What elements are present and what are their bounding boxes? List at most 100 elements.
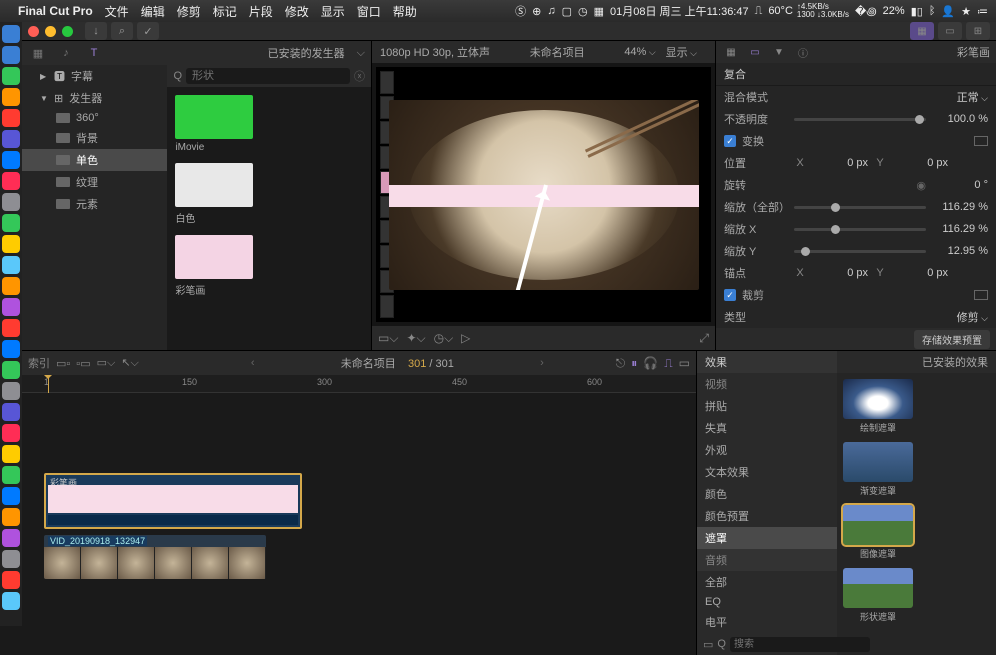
wifi-icon[interactable]: �꩜ [855,3,877,19]
sidebar-generators[interactable]: ▼ ⊞ 发生器 [22,87,167,109]
generator-thumb[interactable]: 彩笔画 [175,235,363,297]
dock-app-icon[interactable] [2,67,20,85]
crop-type-dropdown[interactable]: 修剪 [957,309,988,325]
fx-cat[interactable]: 颜色 [697,483,837,505]
transform-checkbox[interactable]: ✓ [724,135,736,147]
scale-y-value[interactable]: 12.95 % [932,245,988,257]
dock-app-icon[interactable] [2,466,20,484]
browser-toggle[interactable]: ▦ [910,22,934,40]
blend-mode-dropdown[interactable]: 正常 [957,89,988,105]
dock-app-icon[interactable] [2,25,20,43]
sidebar-item-elements[interactable]: 元素 [22,193,167,215]
bluetooth-icon[interactable]: ᛒ [929,5,936,17]
dock-app-icon[interactable] [2,46,20,64]
clear-search-icon[interactable]: ⓧ [354,68,365,84]
dock-app-icon[interactable] [2,319,20,337]
fx-cat-masks[interactable]: 遮罩 [697,527,837,549]
fx-cat[interactable]: 电平 [697,611,837,633]
status-icon[interactable]: ⊕ [532,5,541,18]
timeline-ruler[interactable]: 1 150 300 450 600 [22,375,696,393]
bg-tasks-button[interactable]: ✓ [137,22,159,40]
fx-cat[interactable]: 外观 [697,439,837,461]
calendar-icon[interactable]: ▦ [594,5,604,18]
dock-app-icon[interactable] [2,277,20,295]
fx-cat[interactable]: 文本效果 [697,461,837,483]
fx-cat[interactable]: 失真 [697,417,837,439]
snap-icon[interactable]: ⎍ [664,356,672,371]
scale-all-slider[interactable] [794,206,926,209]
scale-x-value[interactable]: 116.29 % [932,223,988,235]
video-inspector-tab[interactable]: ▦ [722,45,740,59]
video-clip[interactable]: VID_20190918_132947 [44,535,266,579]
save-preset-button[interactable]: 存储效果预置 [914,330,990,349]
dock-app-icon[interactable] [2,571,20,589]
sidebar-item-backgrounds[interactable]: 背景 [22,127,167,149]
dock-app-icon[interactable] [2,298,20,316]
dock-app-icon[interactable] [2,214,20,232]
dock-app-icon[interactable] [2,445,20,463]
display-icon[interactable]: ▢ [562,5,572,18]
dock-app-icon[interactable] [2,550,20,568]
retime-tool-icon[interactable]: ◷⌵ [434,331,454,346]
generator-thumb[interactable]: 白色 [175,163,363,225]
dock-app-icon[interactable] [2,403,20,421]
menu-help[interactable]: 帮助 [393,3,417,20]
dock-app-icon[interactable] [2,361,20,379]
menu-window[interactable]: 窗口 [357,3,381,20]
pos-y-value[interactable]: 0 px [892,157,948,169]
timeline-view-icon[interactable]: ▭ [679,356,690,370]
effect-item[interactable]: 绘制遮罩 [843,379,913,434]
music-icon[interactable]: ♫ [547,5,555,17]
menubar-clock[interactable]: 01月08日 周三 上午11:36:47 [610,3,749,19]
transform-tool-icon[interactable]: ▭⌵ [378,331,398,346]
fullscreen-icon[interactable]: ⤢ [699,331,709,346]
generator-thumb[interactable]: iMovie [175,95,363,153]
dock-app-icon[interactable] [2,109,20,127]
effect-item[interactable]: 图像遮罩 [843,505,913,560]
fullscreen-button[interactable] [62,26,73,37]
menu-clip[interactable]: 片段 [249,3,273,20]
rotation-value[interactable]: 0 ° [932,179,988,191]
dock-app-icon[interactable] [2,172,20,190]
audio-skim-icon[interactable]: ⏸ [631,356,637,371]
dock-app-icon[interactable] [2,487,20,505]
menu-modify[interactable]: 修改 [285,3,309,20]
sidebar-titles[interactable]: ▶ 🆃 字幕 [22,65,167,87]
generator-clip[interactable]: 彩笔画 [44,473,302,529]
audio-tab-icon[interactable]: ♪ [56,45,76,61]
dock-app-icon[interactable] [2,235,20,253]
scale-x-slider[interactable] [794,228,926,231]
menu-view[interactable]: 显示 [321,3,345,20]
solo-icon[interactable]: 🎧 [643,356,658,370]
menu-mark[interactable]: 标记 [213,3,237,20]
sidebar-item-textures[interactable]: 纹理 [22,171,167,193]
dock-app-icon[interactable] [2,529,20,547]
scale-all-value[interactable]: 116.29 % [932,201,988,213]
enhance-tool-icon[interactable]: ✦⌵ [406,331,425,346]
dock-app-icon[interactable] [2,508,20,526]
scale-y-slider[interactable] [794,250,926,253]
zoom-dropdown[interactable]: 44% [624,46,655,58]
dock-app-icon[interactable] [2,256,20,274]
titles-tab-icon[interactable]: T [84,45,104,61]
opacity-value[interactable]: 100.0 % [932,113,988,125]
dock-app-icon[interactable] [2,151,20,169]
keyword-button[interactable]: ⌕ [111,22,133,40]
clip-appearance-icon[interactable]: ▭⌵ [97,356,116,370]
star-icon[interactable]: ★ [961,5,971,18]
effect-item[interactable]: 形状遮罩 [843,568,913,623]
crop-checkbox[interactable]: ✓ [724,289,736,301]
menu-trim[interactable]: 修剪 [177,3,201,20]
clips-tab-icon[interactable]: ▦ [28,45,48,61]
browser-search-input[interactable] [186,68,350,84]
anchor-x-value[interactable]: 0 px [812,267,868,279]
dock-app-icon[interactable] [2,592,20,610]
battery-icon[interactable]: ▮▯ [911,5,923,18]
dock-app-icon[interactable] [2,193,20,211]
prev-edit-icon[interactable]: ‹ [251,357,255,369]
show-crop-icon[interactable] [974,290,988,300]
fx-cat[interactable]: EQ [697,593,837,611]
inspector-toggle[interactable]: ⊞ [966,22,990,40]
import-button[interactable]: ↓ [85,22,107,40]
viewer-canvas[interactable] [376,67,711,322]
